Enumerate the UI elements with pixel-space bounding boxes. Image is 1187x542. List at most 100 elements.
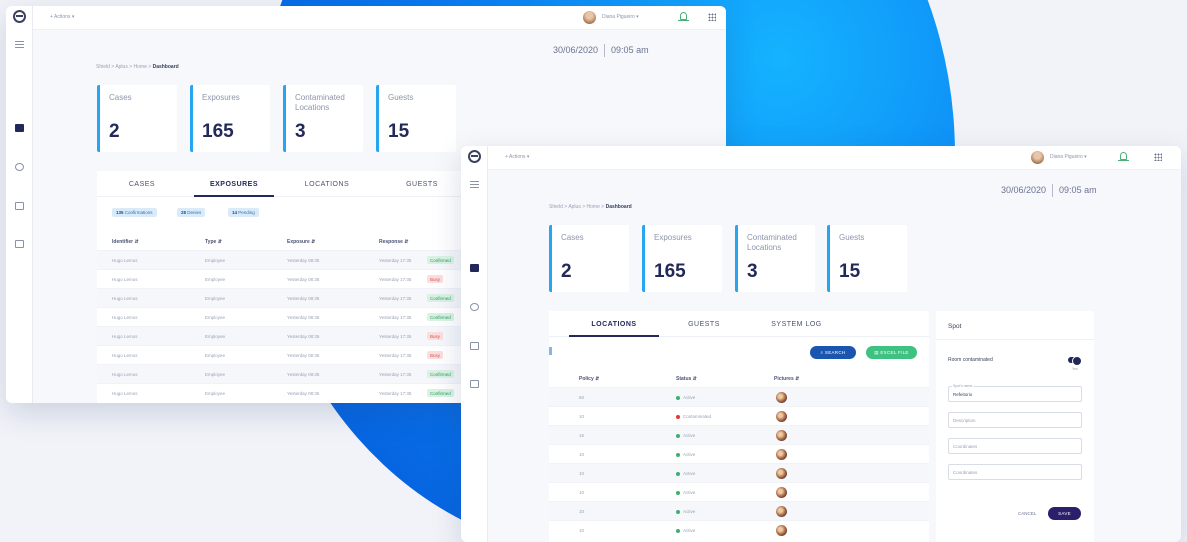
col-status[interactable]: Status ⇵ xyxy=(676,376,697,382)
spot-name-field[interactable]: Spot's name Refeitorio xyxy=(948,384,1082,402)
stat-value: 165 xyxy=(202,121,234,142)
notification-bell-icon[interactable] xyxy=(678,11,689,24)
table-row[interactable]: Hugo Lemos Employee Yesterday 08:35 Yesterd… xyxy=(97,345,467,364)
col-pictures[interactable]: Pictures ⇵ xyxy=(774,376,799,382)
table-row[interactable]: 10 Active xyxy=(549,501,929,520)
location-picture[interactable] xyxy=(776,392,787,403)
nav-globe-icon[interactable] xyxy=(15,163,24,171)
tab-locations[interactable]: LOCATIONS xyxy=(297,181,357,188)
coordinates-field-2[interactable]: Coordinates xyxy=(948,464,1082,480)
stat-card-cases[interactable]: Cases 2 xyxy=(97,85,177,152)
time-text: 09:05 am xyxy=(611,44,649,55)
description-field[interactable]: Description xyxy=(948,412,1082,428)
user-avatar[interactable] xyxy=(583,11,596,24)
location-picture[interactable] xyxy=(776,449,787,460)
stat-card-exposures[interactable]: Exposures 165 xyxy=(642,225,722,292)
nav-dashboard-icon[interactable] xyxy=(15,124,24,132)
actions-dropdown[interactable]: + Actions ▾ xyxy=(50,14,74,20)
table-row[interactable]: 50 Active xyxy=(549,387,929,406)
cell-policy: 50 xyxy=(579,395,585,400)
nav-dashboard-icon[interactable] xyxy=(470,264,479,272)
status-text: Active xyxy=(683,471,696,476)
chip-denies[interactable]: 28 Denies xyxy=(177,208,206,217)
location-picture[interactable] xyxy=(776,430,787,441)
table-row[interactable]: Hugo Lemos Employee Yesterday 08:35 Yesterd… xyxy=(97,383,467,402)
col-exposure[interactable]: Exposure ⇵ xyxy=(287,239,315,245)
top-bar: + Actions ▾ Diana Pigueiro ▾ xyxy=(488,146,1181,170)
table-row[interactable]: 10 Contaminated xyxy=(549,406,929,425)
stat-card-exposures[interactable]: Exposures 165 xyxy=(190,85,270,152)
col-type[interactable]: Type ⇵ xyxy=(205,239,222,245)
tab-guests[interactable]: GUESTS xyxy=(397,181,447,188)
cell-identifier: Hugo Lemos xyxy=(112,353,138,358)
actions-dropdown[interactable]: + Actions ▾ xyxy=(505,154,529,160)
coordinates-field-1[interactable]: Coordinates xyxy=(948,438,1082,454)
stat-card-contaminated-locations[interactable]: Contaminated Locations 3 xyxy=(283,85,363,152)
col-response[interactable]: Response ⇵ xyxy=(379,239,408,245)
stat-card-guests[interactable]: Guests 15 xyxy=(376,85,456,152)
nav-globe-icon[interactable] xyxy=(470,303,479,311)
tab-cases[interactable]: CASES xyxy=(117,181,167,188)
nav-calendar-icon[interactable] xyxy=(470,380,479,388)
status-badge: Busy xyxy=(427,332,444,340)
description-placeholder: Description xyxy=(953,418,976,423)
cell-type: Employee xyxy=(205,391,226,396)
cell-exposure: Yesterday 08:35 xyxy=(287,372,320,377)
status-text: Contaminated xyxy=(683,414,712,419)
location-picture[interactable] xyxy=(776,525,787,536)
cell-identifier: Hugo Lemos xyxy=(112,334,138,339)
save-button[interactable]: SAVE xyxy=(1048,507,1081,520)
breadcrumb-trail[interactable]: Shield > Aplus > Home > xyxy=(549,204,604,210)
tab-exposures[interactable]: EXPOSURES xyxy=(204,181,264,188)
chip-confirmations[interactable]: 135 Confirmations xyxy=(112,208,157,217)
table-row[interactable]: 10 Active xyxy=(549,520,929,539)
user-menu[interactable]: Diana Pigueiro ▾ xyxy=(1050,154,1087,160)
stat-card-cases[interactable]: Cases 2 xyxy=(549,225,629,292)
stat-card-guests[interactable]: Guests 15 xyxy=(827,225,907,292)
table-row[interactable]: Hugo Lemos Employee Yesterday 08:35 Yesterd… xyxy=(97,288,467,307)
table-row[interactable]: 10 Active xyxy=(549,482,929,501)
room-contaminated-toggle[interactable] xyxy=(1068,355,1082,366)
table-row[interactable]: 15 Active xyxy=(549,425,929,444)
col-policy[interactable]: Policy ⇵ xyxy=(579,376,599,382)
table-row[interactable]: 10 Active xyxy=(549,463,929,482)
user-avatar[interactable] xyxy=(1031,151,1044,164)
apps-grid-icon[interactable] xyxy=(708,13,716,21)
notification-bell-icon[interactable] xyxy=(1118,151,1129,164)
tab-system-log[interactable]: SYSTEM LOG xyxy=(764,321,829,328)
chip-pending[interactable]: 14 Pending xyxy=(228,208,259,217)
location-picture[interactable] xyxy=(776,468,787,479)
table-row[interactable]: Hugo Lemos Employee Yesterday 08:35 Yesterd… xyxy=(97,269,467,288)
search-button[interactable]: ⌕ SEARCH xyxy=(810,346,856,359)
stat-value: 15 xyxy=(839,261,861,282)
hamburger-menu-icon[interactable] xyxy=(15,41,24,48)
scroll-handle[interactable] xyxy=(549,347,552,355)
table-row[interactable]: 10 Active xyxy=(549,444,929,463)
excel-file-button[interactable]: ▤ EXCEL FILE xyxy=(866,346,917,359)
table-row[interactable]: Hugo Lemos Employee Yesterday 08:35 Yesterd… xyxy=(97,250,467,269)
cell-response: Yesterday 17:35 xyxy=(379,353,412,358)
location-picture[interactable] xyxy=(776,411,787,422)
stat-card-contaminated-locations[interactable]: Contaminated Locations 3 xyxy=(735,225,815,292)
nav-calendar-icon[interactable] xyxy=(15,240,24,248)
table-row[interactable]: Hugo Lemos Employee Yesterday 08:35 Yesterd… xyxy=(97,326,467,345)
location-picture[interactable] xyxy=(776,506,787,517)
tab-guests[interactable]: GUESTS xyxy=(679,321,729,328)
tab-locations[interactable]: LOCATIONS xyxy=(579,321,649,328)
hamburger-menu-icon[interactable] xyxy=(470,181,479,188)
active-tab-indicator xyxy=(194,195,274,197)
table-row[interactable]: Hugo Lemos Employee Yesterday 08:35 Yesterd… xyxy=(97,364,467,383)
top-bar: + Actions ▾ Diana Pigueiro ▾ xyxy=(33,6,726,30)
stat-value: 15 xyxy=(388,121,410,142)
col-identifier[interactable]: Identifier ⇵ xyxy=(112,239,139,245)
nav-document-icon[interactable] xyxy=(470,342,479,350)
location-picture[interactable] xyxy=(776,487,787,498)
user-menu[interactable]: Diana Pigueiro ▾ xyxy=(602,14,639,20)
cancel-button[interactable]: CANCEL xyxy=(1018,511,1036,516)
table-row[interactable]: Hugo Lemos Employee Yesterday 08:35 Yesterd… xyxy=(97,307,467,326)
cell-identifier: Hugo Lemos xyxy=(112,315,138,320)
breadcrumb-trail[interactable]: Shield > Aplus > Home > xyxy=(96,64,151,70)
sidebar-rail xyxy=(461,146,488,542)
nav-document-icon[interactable] xyxy=(15,202,24,210)
apps-grid-icon[interactable] xyxy=(1154,153,1162,161)
